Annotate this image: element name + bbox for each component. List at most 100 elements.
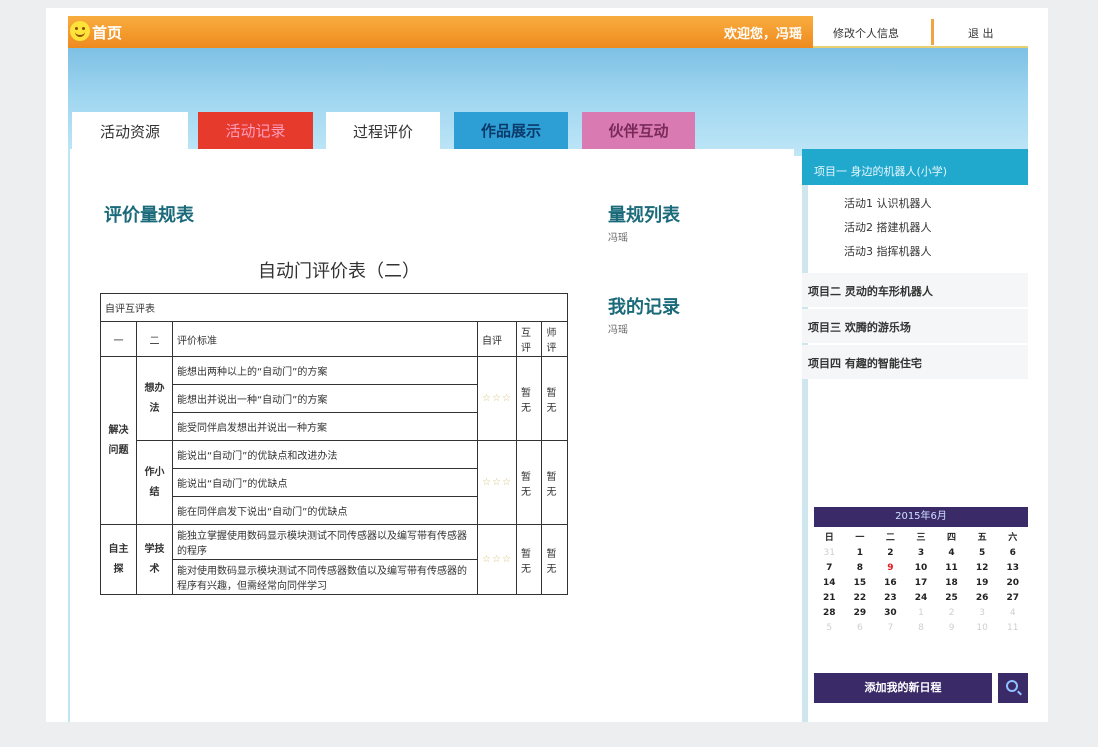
calendar-weekday: 四 <box>947 533 957 543</box>
self-rating[interactable]: ☆☆☆ <box>477 356 517 441</box>
calendar-day[interactable]: 28 <box>814 606 845 621</box>
calendar-day[interactable]: 14 <box>814 576 845 591</box>
calendar-day[interactable]: 18 <box>936 576 967 591</box>
calendar-day[interactable]: 19 <box>967 576 998 591</box>
rubric-list-link[interactable]: 量规列表 <box>608 201 680 227</box>
calendar-day[interactable]: 8 <box>845 561 876 576</box>
welcome-text: 欢迎您，冯瑶 <box>724 27 803 42</box>
calendar-day[interactable]: 5 <box>967 546 998 561</box>
calendar-day[interactable]: 17 <box>906 576 937 591</box>
sidebar: 项目一 身边的机器人(小学) 活动1 认识机器人 活动2 搭建机器人 活动3 指… <box>802 149 1028 722</box>
calendar-weekday: 六 <box>1008 533 1018 543</box>
calendar-weekday: 日 <box>824 533 834 543</box>
star-rating-icon[interactable]: ☆☆☆ <box>482 554 512 565</box>
table-row: 解决问题 想办法 能想出两种以上的“自动门”的方案 ☆☆☆ 暂无 暂无 <box>100 356 568 525</box>
sidebar-activity-3[interactable]: 活动3 指挥机器人 <box>844 243 932 259</box>
table-caption: 自评互评表 <box>100 293 568 322</box>
self-rating[interactable]: ☆☆☆ <box>477 524 517 595</box>
calendar-day[interactable]: 20 <box>997 576 1028 591</box>
calendar-weekday: 三 <box>916 533 926 543</box>
table-caption-row: 自评互评表 <box>100 293 568 322</box>
calendar-weekday: 五 <box>977 533 987 543</box>
calendar-day-outside[interactable]: 1 <box>906 606 937 621</box>
calendar-day[interactable]: 9 <box>875 561 906 576</box>
star-rating-icon[interactable]: ☆☆☆ <box>482 477 512 488</box>
table-row: 作小结 能说出“自动门”的优缺点和改进办法 ☆☆☆ 暂无 暂无 <box>101 440 568 525</box>
calendar-day[interactable]: 30 <box>875 606 906 621</box>
home-link[interactable]: 首页 <box>92 22 122 43</box>
sidebar-project-3[interactable]: 项目三 欢腾的游乐场 <box>802 309 1028 343</box>
calendar-day[interactable]: 13 <box>997 561 1028 576</box>
calendar-day[interactable]: 26 <box>967 591 998 606</box>
search-button[interactable] <box>998 673 1028 703</box>
sidebar-activity-1[interactable]: 活动1 认识机器人 <box>844 195 932 211</box>
group-label: 自主探 <box>100 524 137 595</box>
calendar-day[interactable]: 10 <box>906 561 937 576</box>
calendar-weekday: 一 <box>855 533 865 543</box>
logout-link[interactable]: 退 出 <box>968 25 994 41</box>
sidebar-project-1[interactable]: 项目一 身边的机器人(小学) <box>802 149 1028 185</box>
calendar-day-outside[interactable]: 10 <box>967 621 998 636</box>
criterion: 能想出并说出一种“自动门”的方案 <box>171 384 479 413</box>
calendar-day-outside[interactable]: 31 <box>814 546 845 561</box>
calendar-day[interactable]: 11 <box>936 561 967 576</box>
calendar-day[interactable]: 12 <box>967 561 998 576</box>
criterion: 能说出“自动门”的优缺点和改进办法 <box>171 440 479 469</box>
calendar-day[interactable]: 23 <box>875 591 906 606</box>
subgroup-label: 想办法 <box>136 356 173 441</box>
calendar-day[interactable]: 21 <box>814 591 845 606</box>
calendar-day[interactable]: 3 <box>906 546 937 561</box>
header-cell: 互评 <box>515 321 543 357</box>
calendar-grid: 日一二三四五六 31 1 2 3 4 5 6 7 8 9 10 11 12 13 14 15 16 17 18 19 20… <box>814 531 1028 636</box>
tab-activity-records[interactable]: 活动记录 <box>198 112 313 149</box>
tab-partner-interaction[interactable]: 伙伴互动 <box>582 112 695 149</box>
calendar-day[interactable]: 16 <box>875 576 906 591</box>
my-records-author: 冯瑶 <box>608 325 628 336</box>
calendar-day[interactable]: 27 <box>997 591 1028 606</box>
add-schedule-button[interactable]: 添加我的新日程 <box>814 673 992 703</box>
calendar-day-outside[interactable]: 5 <box>814 621 845 636</box>
table-row: 自主探 学技术 能独立掌握使用数码显示模块测试不同传感器以及编写带有传感器的程序… <box>100 524 568 595</box>
calendar-day[interactable]: 6 <box>997 546 1028 561</box>
sidebar-activity-2[interactable]: 活动2 搭建机器人 <box>844 219 932 235</box>
calendar-day[interactable]: 2 <box>875 546 906 561</box>
criterion: 能受同伴启发想出并说出一种方案 <box>171 412 479 441</box>
calendar-day-outside[interactable]: 3 <box>967 606 998 621</box>
calendar-day-outside[interactable]: 9 <box>936 621 967 636</box>
my-records-link[interactable]: 我的记录 <box>608 293 680 319</box>
teacher-rating: 暂无 <box>541 440 568 525</box>
calendar-day[interactable]: 29 <box>845 606 876 621</box>
self-rating[interactable]: ☆☆☆ <box>477 440 517 525</box>
calendar-day[interactable]: 22 <box>845 591 876 606</box>
teacher-rating: 暂无 <box>541 356 568 441</box>
calendar-day[interactable]: 15 <box>845 576 876 591</box>
edit-profile-link[interactable]: 修改个人信息 <box>833 25 899 41</box>
sidebar-project-2[interactable]: 项目二 灵动的车形机器人 <box>802 273 1028 307</box>
sidebar-project-4[interactable]: 项目四 有趣的智能住宅 <box>802 345 1028 379</box>
calendar-day[interactable]: 7 <box>814 561 845 576</box>
tab-works-display[interactable]: 作品展示 <box>454 112 568 149</box>
calendar-day-outside[interactable]: 2 <box>936 606 967 621</box>
calendar-day[interactable]: 1 <box>845 546 876 561</box>
search-icon <box>1006 680 1018 692</box>
table-title: 自动门评价表（二） <box>258 261 420 282</box>
criterion: 能想出两种以上的“自动门”的方案 <box>171 356 479 385</box>
calendar-day[interactable]: 4 <box>936 546 967 561</box>
calendar-day-outside[interactable]: 7 <box>875 621 906 636</box>
tab-process-evaluation[interactable]: 过程评价 <box>326 112 440 149</box>
calendar-day-outside[interactable]: 4 <box>997 606 1028 621</box>
criterion: 能在同伴启发下说出“自动门”的优缺点 <box>171 496 479 525</box>
calendar-day-outside[interactable]: 11 <box>997 621 1028 636</box>
calendar-day[interactable]: 24 <box>906 591 937 606</box>
header-cell: 二 <box>136 321 173 357</box>
tab-activity-resources[interactable]: 活动资源 <box>72 112 188 149</box>
star-rating-icon[interactable]: ☆☆☆ <box>482 393 512 404</box>
calendar-day[interactable]: 25 <box>936 591 967 606</box>
criterion: 能对使用数码显示模块测试不同传感器数值以及编写带有传感器的程序有兴趣，但需经常向… <box>171 559 479 595</box>
divider <box>931 19 934 45</box>
calendar-day-outside[interactable]: 8 <box>906 621 937 636</box>
rubric-list-author: 冯瑶 <box>608 233 628 244</box>
subgroup-label: 学技术 <box>136 524 173 595</box>
criterion: 能说出“自动门”的优缺点 <box>171 468 479 497</box>
calendar-day-outside[interactable]: 6 <box>845 621 876 636</box>
